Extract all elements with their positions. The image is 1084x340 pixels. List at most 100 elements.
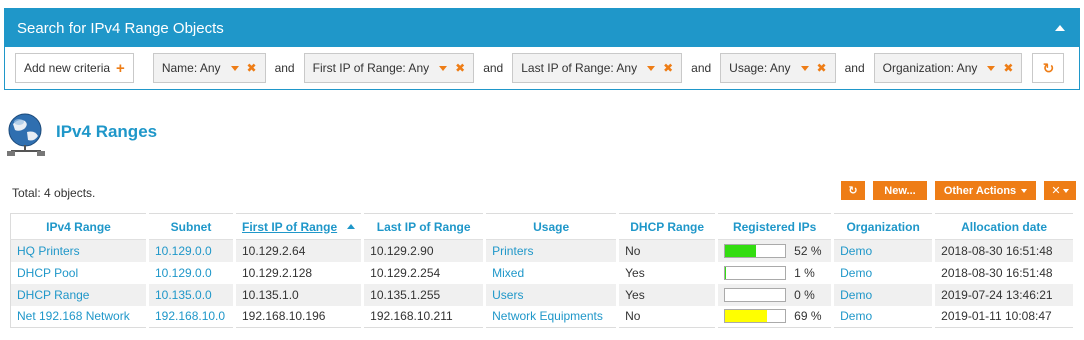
add-criteria-button[interactable]: Add new criteria + [15,53,134,83]
first-ip-cell: 10.135.1.0 [234,283,365,306]
range-name-link[interactable]: DHCP Range [17,288,89,302]
range-name-link[interactable]: DHCP Pool [17,266,78,280]
registered-percent: 69 % [794,309,822,324]
registered-progress-fill [725,244,757,257]
table-row[interactable]: DHCP Pool 10.129.0.0 10.129.2.128 10.129.2.… [10,261,1076,284]
last-ip-cell: 10.129.2.90 [362,239,487,262]
toolbar: ↻ New... Other Actions ✕ [841,181,1076,200]
table-header-row: IPv4 Range Subnet First IP of Range Last… [10,213,1076,240]
criteria-organization[interactable]: Organization: Any ✖ [873,53,1023,83]
organization-link[interactable]: Demo [840,266,872,280]
header-last-ip[interactable]: Last IP of Range [362,213,487,240]
other-actions-label: Other Actions [943,184,1017,197]
remove-icon[interactable]: ✖ [663,61,673,75]
subnet-link[interactable]: 192.168.10.0 [155,309,225,323]
allocation-date-cell: 2018-08-30 16:51:48 [933,261,1076,284]
usage-link[interactable]: Printers [492,244,533,258]
registered-progress-fill [725,310,767,323]
criteria-usage[interactable]: Usage: Any ✖ [720,53,836,83]
criteria-row: Add new criteria + Name: Any ✖ and First… [5,47,1079,89]
allocation-date-cell: 2019-07-24 13:46:21 [933,283,1076,306]
last-ip-cell: 192.168.10.211 [362,305,487,328]
header-organization[interactable]: Organization [832,213,936,240]
sort-ascending-icon [347,224,356,229]
range-name-link[interactable]: Net 192.168 Network [17,309,130,323]
remove-icon[interactable]: ✖ [247,61,257,75]
header-subnet[interactable]: Subnet [147,213,236,240]
search-header[interactable]: Search for IPv4 Range Objects [5,9,1079,47]
table-row[interactable]: HQ Printers 10.129.0.0 10.129.2.64 10.129.2… [10,239,1076,262]
refresh-button[interactable]: ↻ [841,181,865,200]
first-ip-cell: 10.129.2.64 [234,239,365,262]
and-label: and [483,61,504,75]
add-criteria-label: Add new criteria [24,61,111,75]
allocation-date-cell: 2018-08-30 16:51:48 [933,239,1076,262]
criteria-label: Last IP of Range: Any [521,61,638,75]
ranges-table: IPv4 Range Subnet First IP of Range Last… [10,213,1076,328]
registered-percent: 52 % [794,243,822,258]
refresh-icon: ↻ [1042,59,1055,76]
chevron-down-icon[interactable] [647,65,656,71]
and-label: and [274,61,295,75]
subnet-link[interactable]: 10.129.0.0 [155,266,212,280]
tools-button[interactable]: ✕ [1044,181,1076,200]
subnet-link[interactable]: 10.129.0.0 [155,244,212,258]
tools-icon: ✕ [1051,185,1061,197]
first-ip-cell: 10.129.2.128 [234,261,365,284]
remove-icon[interactable]: ✖ [455,61,465,75]
remove-icon[interactable]: ✖ [817,61,827,75]
total-count: Total: 4 objects. [12,186,96,200]
chevron-down-icon[interactable] [987,65,996,71]
page-title: IPv4 Ranges [56,122,158,141]
search-title: Search for IPv4 Range Objects [17,19,224,37]
criteria-name[interactable]: Name: Any ✖ [152,53,266,83]
plus-icon: + [116,59,125,77]
search-panel: Search for IPv4 Range Objects Add new cr… [4,8,1080,90]
dhcp-cell: Yes [617,283,719,306]
table-body: HQ Printers 10.129.0.0 10.129.2.64 10.129.2… [10,239,1076,328]
collapse-icon[interactable] [1055,25,1065,31]
header-allocation-date[interactable]: Allocation date [933,213,1076,240]
registered-percent: 1 % [794,265,815,280]
registered-progress-bar [724,287,787,302]
usage-link[interactable]: Mixed [492,266,524,280]
registered-progress-bar [724,243,787,258]
criteria-label: First IP of Range: Any [312,61,430,75]
chevron-down-icon [1062,188,1069,193]
dhcp-cell: Yes [617,261,719,284]
table-row[interactable]: DHCP Range 10.135.0.0 10.135.1.0 10.135.1.2… [10,283,1076,306]
header-first-ip[interactable]: First IP of Range [234,213,365,240]
criteria-label: Usage: Any [729,61,791,75]
header-dhcp-range[interactable]: DHCP Range [617,213,719,240]
organization-link[interactable]: Demo [840,309,872,323]
criteria-label: Organization: Any [882,61,978,75]
allocation-date-cell: 2019-01-11 10:08:47 [933,305,1076,328]
last-ip-cell: 10.135.1.255 [362,283,487,306]
chevron-down-icon[interactable] [230,65,239,71]
chevron-down-icon[interactable] [439,65,448,71]
header-registered-ips[interactable]: Registered IPs [716,213,835,240]
usage-link[interactable]: Users [492,288,523,302]
search-refresh-button[interactable]: ↻ [1032,53,1065,83]
subnet-link[interactable]: 10.135.0.0 [155,288,212,302]
registered-percent: 0 % [794,287,815,302]
header-ipv4-range[interactable]: IPv4 Range [10,213,149,240]
header-usage[interactable]: Usage [484,213,620,240]
table-row[interactable]: Net 192.168 Network 192.168.10.0 192.168.1… [10,305,1076,328]
and-label: and [691,61,712,75]
usage-link[interactable]: Network Equipments [492,309,603,323]
organization-link[interactable]: Demo [840,244,872,258]
organization-link[interactable]: Demo [840,288,872,302]
and-label: and [844,61,865,75]
registered-progress-fill [725,266,726,279]
first-ip-cell: 192.168.10.196 [234,305,365,328]
criteria-first-ip[interactable]: First IP of Range: Any ✖ [303,53,475,83]
criteria-last-ip[interactable]: Last IP of Range: Any ✖ [512,53,683,83]
range-name-link[interactable]: HQ Printers [17,244,80,258]
remove-icon[interactable]: ✖ [1003,61,1013,75]
new-button[interactable]: New... [873,181,927,200]
other-actions-button[interactable]: Other Actions [935,181,1036,200]
criteria-label: Name: Any [161,61,221,75]
registered-progress-bar [724,265,787,280]
chevron-down-icon[interactable] [800,65,809,71]
